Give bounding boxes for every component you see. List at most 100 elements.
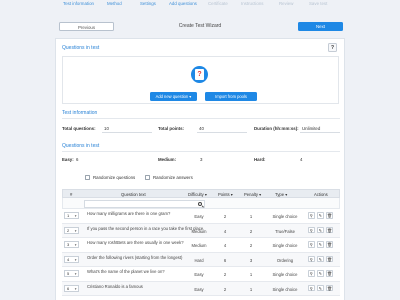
question-order-value: 3 [67, 242, 70, 247]
pencil-icon[interactable]: ✎ [317, 226, 324, 233]
trash-icon[interactable]: 🗑 [326, 270, 333, 277]
question-order-select[interactable]: 3 ▾ [64, 241, 79, 248]
step-add-questions[interactable]: Add questions [169, 1, 197, 6]
magnifier-icon[interactable]: ⚲ [308, 212, 315, 219]
points-cell: 2 [223, 286, 227, 292]
medium-label: Medium: [158, 157, 177, 162]
question-order-value: 4 [67, 256, 70, 262]
table-header: # Question text Difficulty ▾ Points ▾ Pe… [62, 189, 340, 198]
question-order-select[interactable]: 4 ▾ [64, 255, 79, 263]
step-settings[interactable]: Settings [140, 1, 156, 6]
difficulty-cell: Easy [194, 286, 204, 292]
pencil-icon[interactable]: ✎ [317, 270, 324, 277]
magnifier-icon[interactable]: ⚲ [308, 226, 315, 233]
step-certificate[interactable]: Certificate [208, 1, 228, 6]
penalty-cell: 3 [249, 257, 253, 263]
type-cell: Single choice [272, 243, 298, 248]
pencil-icon[interactable]: ✎ [317, 255, 324, 262]
pencil-icon[interactable]: ✎ [317, 284, 324, 291]
type-cell: Single choice [272, 286, 298, 292]
type-cell: Single choice [272, 272, 298, 277]
trash-icon[interactable]: 🗑 [326, 284, 333, 291]
magnifier-icon[interactable]: ⚲ [308, 284, 315, 291]
test-information-title: Test information [62, 110, 98, 116]
filter-row [62, 198, 340, 209]
questions-in-test-title: Questions in test [62, 45, 100, 51]
step-test-information[interactable]: Test information [63, 1, 94, 6]
randomize-questions-label: Randomize questions [93, 175, 136, 180]
randomize-answers-checkbox[interactable] [145, 175, 150, 180]
help-button[interactable]: ? [328, 43, 337, 52]
table-row[interactable]: 3 ▾ How many roshtBets are there usually i… [62, 238, 340, 253]
points-cell: 2 [223, 214, 227, 219]
trash-icon[interactable]: 🗑 [326, 226, 333, 233]
chevron-down-icon: ▾ [74, 286, 77, 291]
question-order-value: 6 [67, 285, 70, 291]
chevron-down-icon: ▾ [74, 228, 77, 233]
column-difficulty[interactable]: Difficulty ▾ [188, 192, 207, 197]
column-type[interactable]: Type ▾ [275, 192, 287, 197]
column-number[interactable]: # [70, 192, 72, 197]
question-order-select[interactable]: 2 ▾ [64, 226, 79, 234]
difficulty-cell: Easy [194, 272, 204, 277]
penalty-cell: 2 [249, 243, 253, 248]
chevron-down-icon: ▾ [74, 243, 77, 247]
easy-value: 6 [76, 157, 79, 162]
total-points-value: 40 [197, 125, 247, 133]
hard-value: 4 [300, 157, 303, 162]
step-review[interactable]: Review [279, 1, 293, 6]
table-row[interactable]: 1 ▾ How many milligrams are there in one g… [62, 209, 340, 224]
question-order-select[interactable]: 6 ▾ [64, 284, 79, 292]
type-cell: Ordering [276, 257, 294, 263]
points-cell: 2 [223, 272, 227, 277]
table-row[interactable]: 6 ▾ Cristiano Ronaldo is a famous Easy 2 1 Sin… [62, 281, 340, 296]
column-actions: Actions [314, 192, 328, 197]
magnifier-icon[interactable]: ⚲ [308, 270, 315, 277]
column-points[interactable]: Points ▾ [218, 192, 233, 197]
difficulty-stats-row: Easy: 6 Medium: 3 Hard: 4 [62, 157, 340, 167]
penalty-cell: 1 [249, 272, 253, 277]
points-cell: 4 [223, 243, 227, 248]
step-instructions[interactable]: Instructions [241, 1, 263, 6]
table-row[interactable]: 2 ▾ If you pass the second person in a rac… [62, 223, 340, 238]
chevron-down-icon: ▾ [74, 214, 77, 218]
test-information-row: Total questions: 10 Total points: 40 Dur… [62, 126, 340, 136]
question-order-value: 2 [67, 227, 70, 233]
question-order-select[interactable]: 1 ▾ [64, 212, 79, 219]
column-question-text[interactable]: Question text [121, 192, 146, 197]
trash-icon[interactable]: 🗑 [326, 241, 333, 248]
search-icon[interactable] [198, 202, 202, 206]
table-row[interactable]: 4 ▾ Order the following rivers (starting f… [62, 252, 340, 267]
next-button[interactable]: Next [298, 22, 343, 31]
trash-icon[interactable]: 🗑 [326, 212, 333, 219]
randomize-questions-checkbox[interactable] [85, 175, 90, 180]
import-from-pools-button[interactable]: Import from pools [205, 92, 257, 101]
magnifier-icon[interactable]: ⚲ [308, 255, 315, 262]
trash-icon[interactable]: 🗑 [326, 255, 333, 262]
difficulty-cell: Hard [194, 257, 204, 263]
total-questions-label: Total questions: [62, 126, 96, 131]
add-questions-box: ? Add new question ▾ Import from pools [62, 56, 339, 104]
chevron-down-icon: ▾ [74, 272, 77, 276]
step-method[interactable]: Method [107, 1, 122, 6]
divider [62, 151, 340, 152]
divider [62, 118, 340, 119]
total-points-label: Total points: [158, 126, 185, 131]
question-order-value: 5 [67, 271, 70, 276]
magnifier-icon[interactable]: ⚲ [308, 241, 315, 248]
difficulty-cell: Medium [191, 228, 207, 234]
wizard-steps: Test information Method Settings Add que… [0, 0, 400, 10]
add-new-question-button[interactable]: Add new question ▾ [150, 92, 197, 101]
table-row[interactable]: 5 ▾ What's the name of the planet we live … [62, 267, 340, 282]
question-order-select[interactable]: 5 ▾ [64, 270, 79, 277]
pencil-icon[interactable]: ✎ [317, 241, 324, 248]
column-penalty[interactable]: Penalty ▾ [244, 192, 261, 197]
step-save-test[interactable]: Save test [309, 1, 327, 6]
penalty-cell: 2 [249, 228, 253, 234]
pencil-icon[interactable]: ✎ [317, 212, 324, 219]
main-panel: Questions in test ? ? Add new question ▾… [55, 38, 345, 300]
wizard-bar: Previous Create Test Wizard Next [55, 21, 345, 33]
question-search-input[interactable] [84, 199, 205, 208]
easy-label: Easy: [62, 157, 74, 162]
points-cell: 6 [223, 257, 227, 263]
